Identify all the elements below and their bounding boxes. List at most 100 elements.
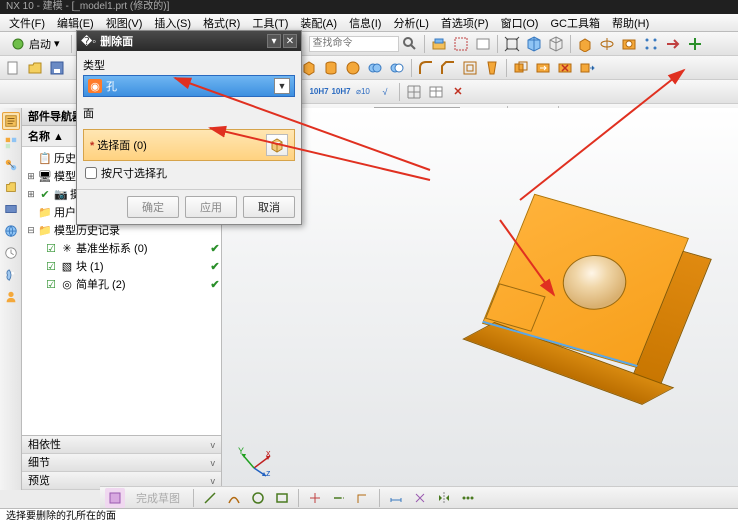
- view-icon[interactable]: [473, 34, 493, 54]
- shell-icon[interactable]: [460, 58, 480, 78]
- tree-simple-hole[interactable]: ☑◎简单孔 (2)✔: [22, 275, 221, 293]
- pattern-sk-icon[interactable]: [458, 488, 478, 508]
- sketch-icon[interactable]: [105, 488, 125, 508]
- menu-edit[interactable]: 编辑(E): [52, 14, 99, 32]
- dialog-close-icon[interactable]: ✕: [283, 34, 297, 48]
- revolve-icon[interactable]: [597, 34, 617, 54]
- dim-h7-icon[interactable]: 10H7: [309, 82, 329, 102]
- hd3d-tab-icon[interactable]: [2, 200, 20, 218]
- tree-block[interactable]: ☑▧块 (1)✔: [22, 257, 221, 275]
- menu-view[interactable]: 视图(V): [101, 14, 148, 32]
- reuse-tab-icon[interactable]: [2, 178, 20, 196]
- roles-tab-icon[interactable]: [2, 288, 20, 306]
- trim-icon[interactable]: [305, 488, 325, 508]
- arc-icon[interactable]: [224, 488, 244, 508]
- layer-icon[interactable]: [429, 34, 449, 54]
- title-bar: NX 10 - 建模 - [_model1.prt (修改的)]: [0, 0, 738, 14]
- assembly-nav-tab-icon[interactable]: [2, 134, 20, 152]
- extend-icon[interactable]: [329, 488, 349, 508]
- save-icon[interactable]: [47, 58, 67, 78]
- required-star-icon: *: [90, 140, 94, 152]
- block-primitive-icon[interactable]: [299, 58, 319, 78]
- arrow-right-icon[interactable]: [663, 34, 683, 54]
- dialog-pin-icon[interactable]: �◦: [81, 35, 96, 48]
- dim-tol-icon[interactable]: ⌀10: [353, 82, 373, 102]
- by-size-checkbox[interactable]: [85, 167, 97, 179]
- constraint-icon[interactable]: [410, 488, 430, 508]
- offset-face-icon[interactable]: [511, 58, 531, 78]
- hole-tool-icon[interactable]: [619, 34, 639, 54]
- menu-prefs[interactable]: 首选项(P): [436, 14, 494, 32]
- finish-sketch-button[interactable]: 完成草图: [129, 488, 187, 508]
- history-tab-icon[interactable]: [2, 244, 20, 262]
- dropdown-arrow-icon[interactable]: ▼: [274, 78, 290, 94]
- menu-info[interactable]: 信息(I): [344, 14, 386, 32]
- plus-icon[interactable]: [685, 34, 705, 54]
- boolean-subtract-icon[interactable]: [387, 58, 407, 78]
- menu-tools[interactable]: 工具(T): [247, 14, 293, 32]
- replace-face-icon[interactable]: [533, 58, 553, 78]
- menu-format[interactable]: 格式(R): [198, 14, 245, 32]
- x-red-icon[interactable]: ✕: [448, 82, 468, 102]
- menu-analysis[interactable]: 分析(L): [388, 14, 433, 32]
- circle-icon[interactable]: [248, 488, 268, 508]
- search-icon[interactable]: [400, 34, 420, 54]
- section-dependencies[interactable]: 相依性v: [22, 436, 221, 454]
- dialog-collapse-icon[interactable]: ▾: [267, 34, 281, 48]
- launch-button[interactable]: 启动▾: [3, 34, 67, 54]
- menu-window[interactable]: 窗口(O): [496, 14, 544, 32]
- box-select-icon[interactable]: [451, 34, 471, 54]
- mirror-icon[interactable]: [434, 488, 454, 508]
- menu-gc[interactable]: GC工具箱: [545, 14, 605, 32]
- menu-assembly[interactable]: 装配(A): [295, 14, 342, 32]
- draft-icon[interactable]: [482, 58, 502, 78]
- dim-h7b-icon[interactable]: 10H7: [331, 82, 351, 102]
- system-tab-icon[interactable]: [2, 266, 20, 284]
- move-face-icon[interactable]: [577, 58, 597, 78]
- dimension-icon[interactable]: [386, 488, 406, 508]
- boolean-unite-icon[interactable]: [365, 58, 385, 78]
- type-dropdown[interactable]: ◉孔 ▼: [83, 75, 295, 97]
- browser-tab-icon[interactable]: [2, 222, 20, 240]
- launch-label: 启动: [29, 36, 51, 52]
- cylinder-icon[interactable]: [321, 58, 341, 78]
- fillet-icon[interactable]: [416, 58, 436, 78]
- fit-icon[interactable]: [502, 34, 522, 54]
- wireframe-icon[interactable]: [546, 34, 566, 54]
- model-block[interactable]: [449, 175, 735, 461]
- select-face-cube-icon[interactable]: [266, 134, 288, 156]
- cancel-button[interactable]: 取消: [243, 196, 295, 218]
- rectangle-icon[interactable]: [272, 488, 292, 508]
- grid-icon[interactable]: [404, 82, 424, 102]
- line-icon[interactable]: [200, 488, 220, 508]
- new-icon[interactable]: [3, 58, 23, 78]
- section-details[interactable]: 细节v: [22, 454, 221, 472]
- type-section-label: 类型: [83, 55, 295, 75]
- cube-shade-icon[interactable]: [524, 34, 544, 54]
- pattern-icon[interactable]: [641, 34, 661, 54]
- command-search-input[interactable]: [309, 36, 399, 52]
- sphere-icon[interactable]: [343, 58, 363, 78]
- ok-button[interactable]: 确定: [127, 196, 179, 218]
- select-face-row[interactable]: *选择面 (0): [83, 129, 295, 161]
- dialog-title-text: 删除面: [100, 33, 133, 49]
- part-navigator-tab-icon[interactable]: [2, 112, 20, 130]
- by-size-checkbox-row[interactable]: 按尺寸选择孔: [83, 161, 295, 185]
- open-icon[interactable]: [25, 58, 45, 78]
- extrude-icon[interactable]: [575, 34, 595, 54]
- corner-icon[interactable]: [353, 488, 373, 508]
- axis-triad: x Y z: [236, 440, 276, 480]
- table-icon[interactable]: [426, 82, 446, 102]
- apply-button[interactable]: 应用: [185, 196, 237, 218]
- menu-file[interactable]: 文件(F): [4, 14, 50, 32]
- left-icon-strip: [0, 108, 22, 490]
- dim-ra-icon[interactable]: √: [375, 82, 395, 102]
- dialog-titlebar[interactable]: �◦ 删除面 ▾ ✕: [77, 31, 301, 51]
- menu-help[interactable]: 帮助(H): [607, 14, 654, 32]
- chamfer-icon[interactable]: [438, 58, 458, 78]
- delete-face-icon[interactable]: [555, 58, 575, 78]
- tree-datum-csys[interactable]: ☑✳基准坐标系 (0)✔: [22, 239, 221, 257]
- constraint-nav-tab-icon[interactable]: [2, 156, 20, 174]
- menu-insert[interactable]: 插入(S): [149, 14, 196, 32]
- status-bar: 选择要删除的孔所在的面: [0, 508, 738, 526]
